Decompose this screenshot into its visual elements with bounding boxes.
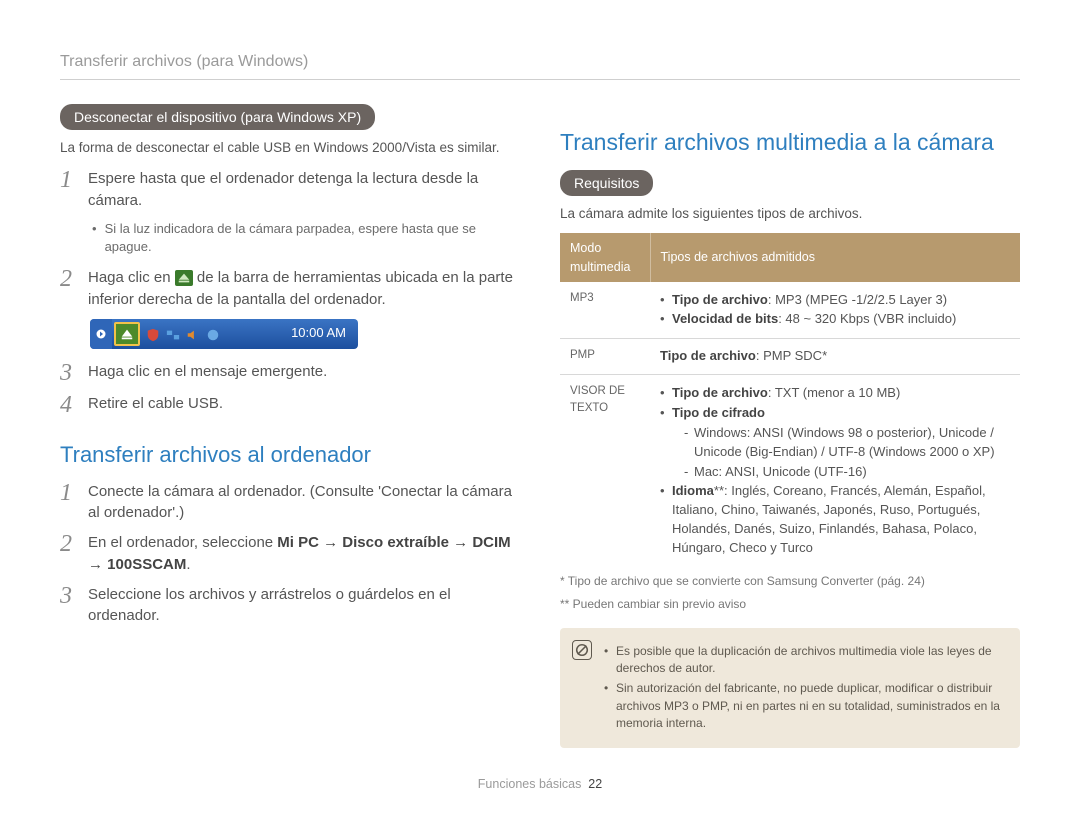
label-bold: Tipo de cifrado [672, 405, 765, 420]
tray-misc-icon [206, 327, 220, 341]
step-2: 2 En el ordenador, seleccione Mi PC → Di… [60, 532, 520, 576]
step-text: Haga clic en de la barra de herramientas… [88, 267, 520, 311]
step-number: 4 [60, 393, 78, 417]
section-title-transfer-pc: Transferir archivos al ordenador [60, 439, 520, 471]
tray-icons [140, 327, 226, 341]
footer-section: Funciones básicas [478, 777, 582, 791]
label-value: : PMP SDC* [756, 348, 827, 363]
shield-icon [146, 327, 160, 341]
table-header-types: Tipos de archivos admitidos [650, 233, 1020, 281]
label-bold: Idioma [672, 483, 714, 498]
dash-item: Windows: ANSI (Windows 98 o posterior), … [684, 424, 1010, 462]
step-number: 1 [60, 168, 78, 192]
safely-remove-hardware-icon[interactable] [114, 322, 140, 346]
two-column-layout: Desconectar el dispositivo (para Windows… [60, 104, 1020, 747]
step-text: Retire el cable USB. [88, 393, 520, 415]
step-3: 3 Seleccione los archivos y arrástrelos … [60, 584, 520, 628]
footnote-1: * Tipo de archivo que se convierte con S… [560, 573, 1020, 590]
step-number: 3 [60, 584, 78, 608]
cell-mode: PMP [560, 339, 650, 375]
table-header-mode: Modo multimedia [560, 233, 650, 281]
section-title-transfer-camera: Transferir archivos multimedia a la cáma… [560, 126, 1020, 159]
footnote-2: ** Pueden cambiar sin previo aviso [560, 596, 1020, 613]
step-number: 3 [60, 361, 78, 385]
table-row: PMP Tipo de archivo: PMP SDC* [560, 339, 1020, 375]
right-column: Transferir archivos multimedia a la cáma… [560, 104, 1020, 747]
cell-types: Tipo de archivo: TXT (menor a 10 MB) Tip… [650, 375, 1020, 567]
label-value: : MP3 (MPEG -1/2/2.5 Layer 3) [768, 292, 947, 307]
step-number: 1 [60, 481, 78, 505]
intro-text: La forma de desconectar el cable USB en … [60, 138, 520, 158]
step-1-note: Si la luz indicadora de la cámara parpad… [92, 220, 520, 258]
step-2: 2 Haga clic en de la barra de herramient… [60, 267, 520, 311]
step-text: Conecte la cámara al ordenador. (Consult… [88, 481, 520, 525]
note-item: Sin autorización del fabricante, no pued… [604, 680, 1006, 732]
cell-types: Tipo de archivo: MP3 (MPEG -1/2/2.5 Laye… [650, 282, 1020, 339]
table-row: VISOR DE TEXTO Tipo de archivo: TXT (men… [560, 375, 1020, 567]
tray-expand-icon [90, 319, 112, 349]
label-bold: Tipo de archivo [660, 348, 756, 363]
tray-eject-icon [175, 270, 193, 286]
note-item: Es posible que la duplicación de archivo… [604, 643, 1006, 678]
note-box: Es posible que la duplicación de archivo… [560, 628, 1020, 748]
step-text: Espere hasta que el ordenador detenga la… [88, 168, 520, 212]
text-fragment: Haga clic en [88, 269, 175, 286]
text-fragment: En el ordenador, seleccione [88, 534, 277, 551]
label-bold: Velocidad de bits [672, 311, 778, 326]
step-number: 2 [60, 532, 78, 556]
step-3: 3 Haga clic en el mensaje emergente. [60, 361, 520, 385]
table-row: MP3 Tipo de archivo: MP3 (MPEG -1/2/2.5 … [560, 282, 1020, 339]
requirements-table: Modo multimedia Tipos de archivos admiti… [560, 233, 1020, 566]
dash-item: Mac: ANSI, Unicode (UTF-16) [684, 463, 1010, 482]
section-pill-disconnect: Desconectar el dispositivo (para Windows… [60, 104, 375, 130]
step-text: Haga clic en el mensaje emergente. [88, 361, 520, 383]
label-value: : 48 ~ 320 Kbps (VBR incluido) [778, 311, 956, 326]
label-value: : TXT (menor a 10 MB) [768, 385, 900, 400]
text-fragment: . [186, 556, 190, 573]
cell-mode: VISOR DE TEXTO [560, 375, 650, 567]
label-bold: Tipo de archivo [672, 292, 768, 307]
note-icon [572, 640, 592, 660]
step-1: 1 Espere hasta que el ordenador detenga … [60, 168, 520, 212]
disconnect-steps: 1 Espere hasta que el ordenador detenga … [60, 168, 520, 212]
disconnect-steps-cont: 2 Haga clic en de la barra de herramient… [60, 267, 520, 311]
cell-mode: MP3 [560, 282, 650, 339]
label-bold: Tipo de archivo [672, 385, 768, 400]
bullet-text: Si la luz indicadora de la cámara parpad… [105, 220, 520, 258]
page-number: 22 [588, 777, 602, 791]
intro-text: La cámara admite los siguientes tipos de… [560, 204, 1020, 224]
step-4: 4 Retire el cable USB. [60, 393, 520, 417]
taskbar-clock: 10:00 AM [291, 324, 358, 343]
page-footer: Funciones básicas 22 [0, 775, 1080, 793]
page-header: Transferir archivos (para Windows) [60, 50, 1020, 80]
section-pill-requirements: Requisitos [560, 170, 653, 196]
volume-icon [186, 327, 200, 341]
disconnect-steps-rest: 3 Haga clic en el mensaje emergente. 4 R… [60, 361, 520, 417]
network-icon [166, 327, 180, 341]
step-text: En el ordenador, seleccione Mi PC → Disc… [88, 532, 520, 576]
step-number: 2 [60, 267, 78, 291]
step-1: 1 Conecte la cámara al ordenador. (Consu… [60, 481, 520, 525]
windows-taskbar: 10:00 AM [90, 319, 358, 349]
label-value: **: Inglés, Coreano, Francés, Alemán, Es… [672, 483, 986, 555]
left-column: Desconectar el dispositivo (para Windows… [60, 104, 520, 747]
step-text: Seleccione los archivos y arrástrelos o … [88, 584, 520, 628]
cell-types: Tipo de archivo: PMP SDC* [650, 339, 1020, 375]
transfer-pc-steps: 1 Conecte la cámara al ordenador. (Consu… [60, 481, 520, 628]
